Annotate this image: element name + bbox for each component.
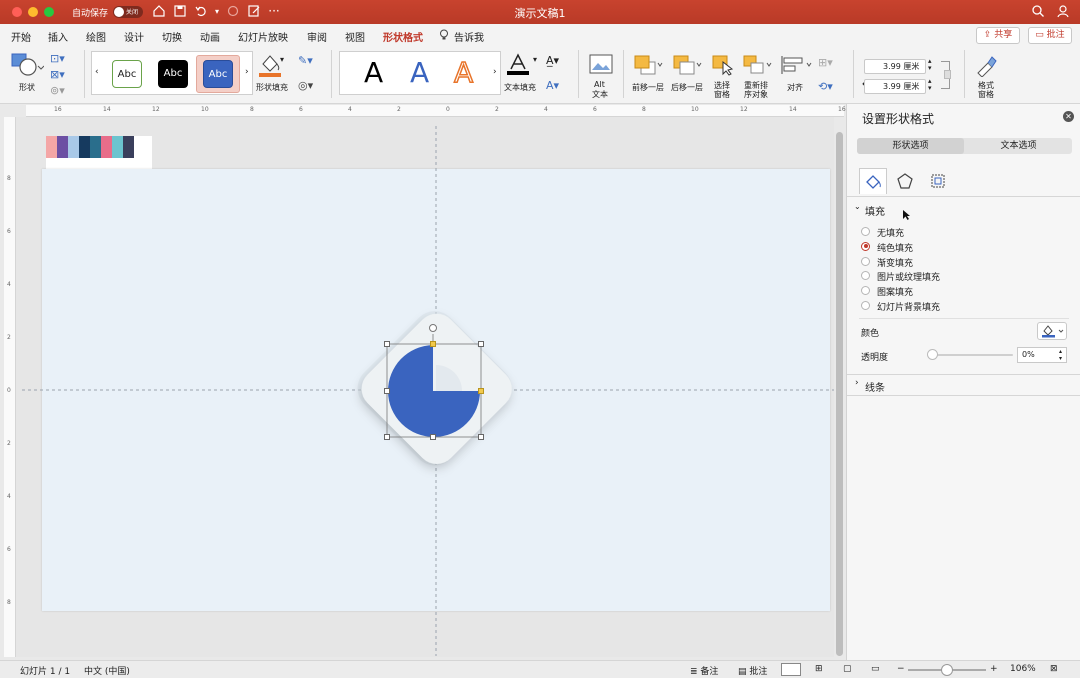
zoom-out-icon[interactable]: − <box>897 664 905 674</box>
account-icon[interactable] <box>1056 4 1072 21</box>
resize-handle[interactable] <box>478 434 484 440</box>
effects-icon[interactable] <box>891 168 919 194</box>
language-indicator[interactable]: 中文 (中国) <box>84 664 130 677</box>
notes-icon: ≣ <box>690 667 701 677</box>
normal-view-icon[interactable] <box>781 663 801 676</box>
pane-option-tabs: 形状选项 文本选项 <box>857 138 1072 154</box>
fill-option-label: 渐变填充 <box>877 258 914 269</box>
resize-handle[interactable] <box>384 434 390 440</box>
close-icon[interactable]: ✕ <box>1063 111 1074 122</box>
pane-divider <box>847 374 1080 375</box>
format-pane-icon[interactable] <box>974 53 998 80</box>
mouse-cursor-icon <box>903 210 910 220</box>
fill-option-label: 图片或纹理填充 <box>877 273 941 284</box>
transparency-label: 透明度 <box>861 353 889 363</box>
status-bar: 幻灯片 1 / 1 中文 (中国) ≣ 备注 ▤ 批注 ⊞ ▢ ▭ − + 10… <box>0 660 1080 678</box>
fill-line-icon[interactable] <box>859 168 887 194</box>
reading-view-icon[interactable]: ▢ <box>843 664 852 674</box>
resize-handle[interactable] <box>384 388 390 394</box>
slide-counter: 幻灯片 1 / 1 <box>20 667 71 677</box>
tab-shape-options[interactable]: 形状选项 <box>857 138 964 154</box>
fill-option-radio[interactable] <box>861 241 870 251</box>
format-shape-pane: 设置形状格式 ✕ 形状选项 文本选项 ⌄ 填充 无填充纯色填充渐变填充图片或纹理… <box>846 104 1080 660</box>
fill-option-radio[interactable] <box>861 286 870 296</box>
comment-label: 批注 <box>1046 30 1065 40</box>
width-stepper[interactable]: ▴ ▾ <box>928 78 932 92</box>
fill-option-label: 图案填充 <box>877 288 914 299</box>
color-picker-button[interactable] <box>1037 322 1067 340</box>
tab-text-options[interactable]: 文本选项 <box>965 138 1072 154</box>
notes-label: 备注 <box>700 667 719 677</box>
pane-title: 设置形状格式 <box>862 112 935 126</box>
fit-to-window-icon[interactable]: ⊠ <box>1050 664 1058 674</box>
width-value: 3.99 厘米 <box>883 82 920 91</box>
ribbon-separator <box>964 50 965 98</box>
resize-handle[interactable] <box>478 341 484 347</box>
format-pane-label-2: 窗格 <box>978 90 994 99</box>
fill-section-label: 填充 <box>865 207 885 218</box>
color-label: 颜色 <box>861 329 880 339</box>
height-value: 3.99 厘米 <box>883 62 920 71</box>
slideshow-icon[interactable]: ▭ <box>871 664 880 674</box>
share-label: 共享 <box>994 30 1013 40</box>
zoom-slider-thumb[interactable] <box>941 664 953 676</box>
pane-divider <box>847 395 1080 396</box>
lock-aspect-checkbox[interactable] <box>944 70 951 79</box>
fill-option-radio[interactable] <box>861 301 870 310</box>
fill-option-label: 纯色填充 <box>877 243 914 254</box>
chevron-down-icon: ⌄ <box>854 202 861 211</box>
transparency-stepper[interactable]: ▴ ▾ <box>1059 348 1062 362</box>
zoom-level[interactable]: 106% <box>1010 664 1036 674</box>
line-section-header[interactable]: › 线条 <box>847 377 1080 395</box>
paint-bucket-icon <box>1042 325 1064 338</box>
slide-artwork <box>22 126 834 656</box>
comment-button[interactable]: ▭ 批注 <box>1028 27 1072 44</box>
fill-option-radio[interactable] <box>861 256 870 266</box>
pane-divider <box>847 196 1080 197</box>
fill-option-label: 幻灯片背景填充 <box>877 303 941 313</box>
vertical-scrollbar[interactable] <box>836 132 843 656</box>
width-input[interactable]: 3.99 厘米 <box>864 79 926 94</box>
chevron-right-icon: › <box>855 378 859 388</box>
transparency-slider-thumb[interactable] <box>927 349 938 360</box>
rotate-handle[interactable] <box>429 324 437 332</box>
fill-option-radio[interactable] <box>861 271 870 281</box>
share-icon: ⇪ <box>983 30 995 40</box>
fill-section-header[interactable]: ⌄ 填充 <box>847 201 1080 219</box>
share-button[interactable]: ⇪ 共享 <box>976 27 1020 44</box>
height-stepper[interactable]: ▴ ▾ <box>928 58 932 72</box>
comments-button[interactable]: ▤ 批注 <box>738 664 767 677</box>
fill-option-label: 无填充 <box>877 229 905 239</box>
pane-divider <box>859 318 1069 319</box>
height-input[interactable]: 3.99 厘米 <box>864 59 926 74</box>
slide-sorter-icon[interactable]: ⊞ <box>815 664 823 674</box>
adjust-handle[interactable] <box>478 388 484 394</box>
fill-option-radio[interactable] <box>861 227 870 236</box>
comments-label: 批注 <box>749 667 768 677</box>
resize-handle[interactable] <box>430 434 436 440</box>
comment-icon: ▭ <box>1035 30 1047 40</box>
line-section-label: 线条 <box>865 383 885 394</box>
search-icon[interactable] <box>1030 4 1046 21</box>
adjust-handle[interactable] <box>430 341 436 347</box>
comment-icon: ▤ <box>738 667 750 677</box>
notes-button[interactable]: ≣ 备注 <box>690 664 718 677</box>
size-properties-icon[interactable] <box>924 168 952 194</box>
resize-handle[interactable] <box>384 341 390 347</box>
zoom-in-icon[interactable]: + <box>990 664 998 674</box>
transparency-value: 0% <box>1022 350 1035 359</box>
transparency-slider-track[interactable] <box>929 354 1013 356</box>
ribbon-separator <box>853 50 854 98</box>
